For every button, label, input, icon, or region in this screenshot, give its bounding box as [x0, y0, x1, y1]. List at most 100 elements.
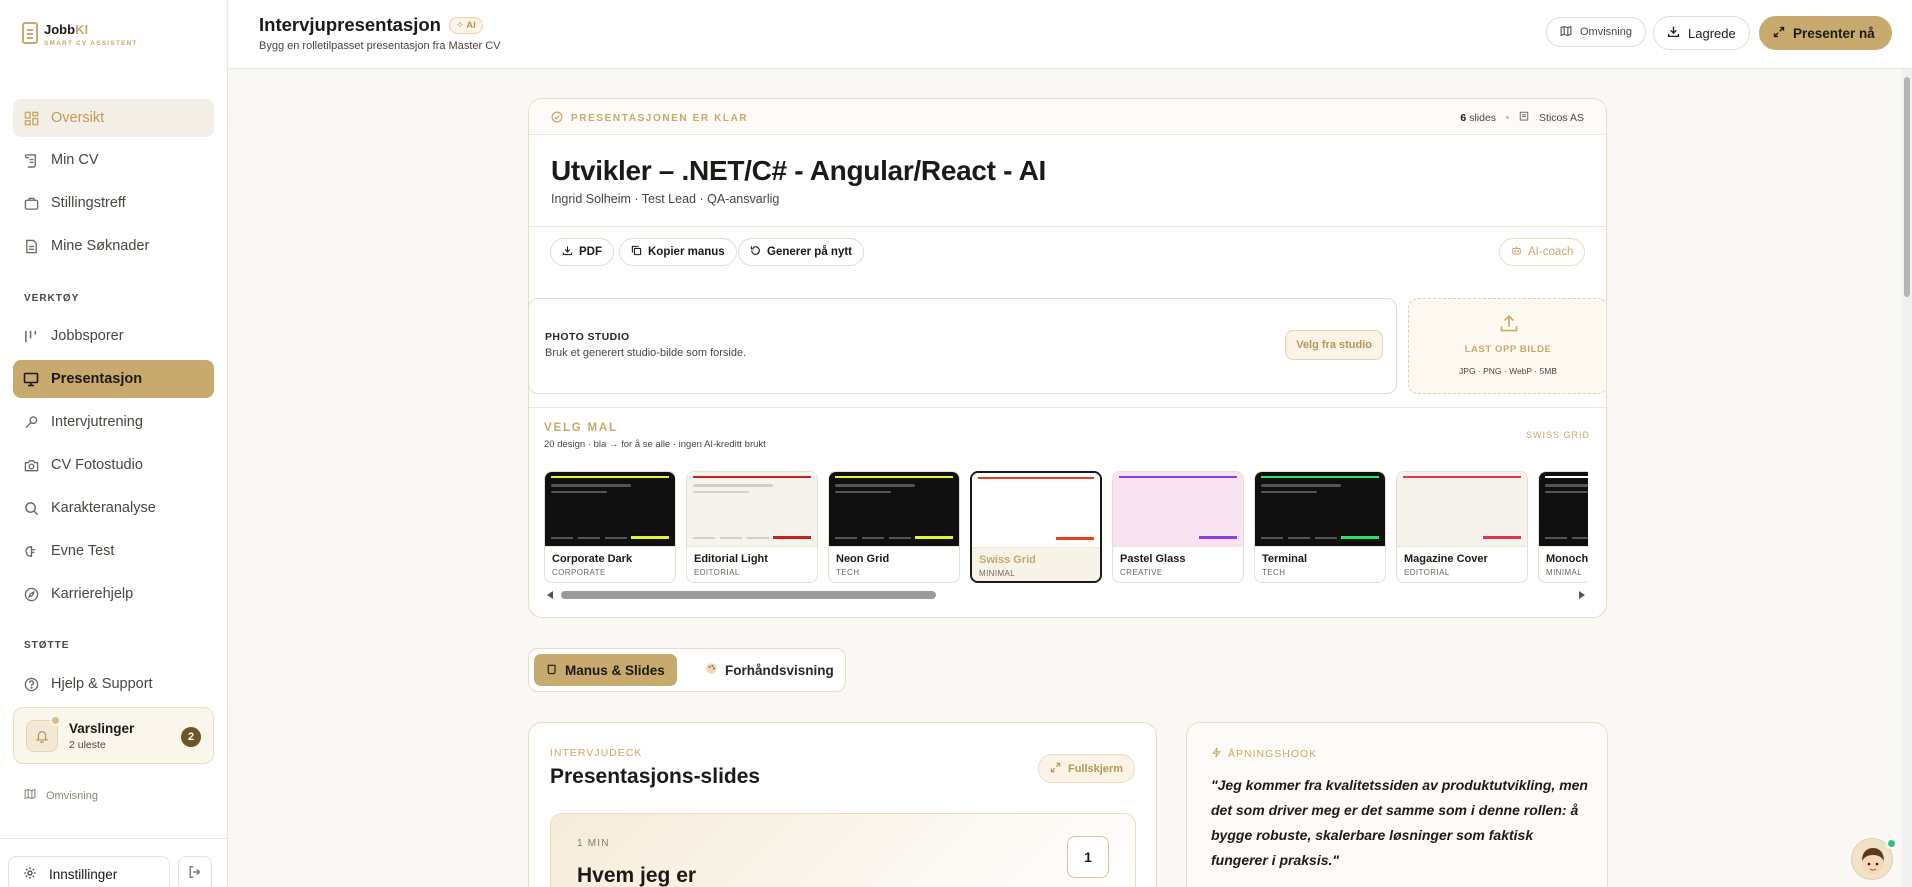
settings-button[interactable]: Innstillinger — [8, 856, 170, 887]
thumbnail-decoration — [1403, 491, 1459, 493]
tab-preview[interactable]: Forhåndsvisning — [693, 654, 846, 686]
sidebar-item-mine-soknader[interactable]: Mine Søknader — [13, 227, 214, 265]
template-card[interactable]: Neon Grid TECH — [828, 471, 960, 583]
thumbnail-decoration — [1483, 536, 1521, 539]
sidebar-item-label: Oversikt — [51, 110, 105, 126]
choose-from-studio-button[interactable]: Velg fra studio — [1285, 330, 1383, 360]
template-card[interactable]: Monochrome MINIMAL — [1538, 471, 1588, 583]
page-scrollbar-thumb[interactable] — [1904, 77, 1910, 297]
template-info: Terminal TECH — [1255, 546, 1385, 582]
logout-button[interactable] — [178, 856, 212, 887]
search-icon — [23, 500, 39, 516]
scroll-right-arrow-icon[interactable] — [1579, 591, 1585, 599]
notifications-card[interactable]: Varslinger 2 uleste 2 — [13, 707, 214, 764]
template-category: TECH — [1262, 568, 1286, 577]
ai-coach-button[interactable]: AI-coach — [1499, 238, 1586, 266]
regenerate-button[interactable]: Generer på nytt — [738, 238, 864, 266]
thumbnail-decoration — [1545, 484, 1588, 487]
scroll-left-arrow-icon[interactable] — [547, 591, 553, 599]
sidebar-item-label: Stillingstreff — [51, 195, 126, 211]
logo-tagline: SMART CV ASSISTENT — [44, 40, 138, 47]
thumbnail-decoration — [578, 537, 600, 539]
palette-icon — [705, 662, 718, 678]
slides-count: 6 slides — [1460, 111, 1497, 124]
sidebar-item-cv-fotostudio[interactable]: CV Fotostudio — [13, 446, 214, 484]
document-icon — [23, 238, 39, 254]
template-name: Editorial Light — [694, 553, 768, 565]
thumbnail-decoration — [1119, 491, 1175, 493]
template-name: Corporate Dark — [552, 553, 633, 565]
template-name: Pastel Glass — [1120, 553, 1186, 565]
template-card[interactable]: Terminal TECH — [1254, 471, 1386, 583]
thumbnail-decoration — [1545, 491, 1588, 493]
thumbnail-decoration — [1403, 476, 1521, 478]
template-card[interactable]: Corporate Dark CORPORATE — [544, 471, 676, 583]
thumbnail-decoration — [693, 491, 749, 493]
copy-script-button[interactable]: Kopier manus — [619, 238, 737, 266]
template-info: Magazine Cover EDITORIAL — [1397, 546, 1527, 582]
download-icon — [1667, 25, 1680, 41]
tab-script-slides[interactable]: Manus & Slides — [534, 654, 677, 686]
sidebar-item-min-cv[interactable]: Min CV — [13, 141, 214, 179]
online-indicator — [1886, 838, 1897, 849]
page-scrollbar[interactable] — [1902, 69, 1912, 887]
thumbnail-decoration — [631, 536, 669, 539]
tour-button[interactable]: Omvisning — [1546, 17, 1646, 47]
sidebar-item-presentasjon[interactable]: Presentasjon — [13, 360, 214, 398]
sidebar-tour-link[interactable]: Omvisning — [24, 788, 98, 803]
ready-status-bar: PRESENTASJONEN ER KLAR 6 slides Sticos A… — [529, 99, 1606, 135]
sidebar-item-stillingstreff[interactable]: Stillingstreff — [13, 184, 214, 222]
template-info: Pastel Glass CREATIVE — [1113, 546, 1243, 582]
thumbnail-decoration — [835, 537, 857, 539]
thumbnail-decoration — [1288, 537, 1310, 539]
page-title: Intervjupresentasjon — [259, 14, 441, 35]
template-card[interactable]: Swiss Grid MINIMAL — [970, 471, 1102, 583]
upload-image-dropzone[interactable]: LAST OPP BILDE JPG · PNG · WebP · 5MB — [1408, 298, 1606, 394]
saved-button[interactable]: Lagrede — [1653, 16, 1750, 50]
thumbnail-decoration — [1341, 536, 1379, 539]
present-now-button[interactable]: Presenter nå — [1759, 16, 1892, 50]
thumbnail-decoration — [1572, 537, 1588, 539]
sidebar-item-label: Mine Søknader — [51, 238, 150, 254]
template-category: CORPORATE — [552, 568, 606, 577]
pdf-button[interactable]: PDF — [550, 238, 614, 266]
brain-icon — [23, 543, 39, 559]
sidebar-item-evne-test[interactable]: Evne Test — [13, 532, 214, 570]
template-thumbnail — [972, 473, 1100, 547]
thumbnail-decoration — [978, 492, 1034, 494]
lightning-icon — [1211, 747, 1222, 761]
sidebar-item-label: Hjelp & Support — [51, 676, 153, 692]
upload-title: LAST OPP BILDE — [1464, 344, 1552, 355]
selected-template-label: SWISS GRID — [1525, 430, 1590, 440]
sidebar-item-jobbsporer[interactable]: Jobbsporer — [13, 317, 214, 355]
thumbnail-decoration — [1032, 538, 1054, 540]
refresh-icon — [750, 245, 761, 259]
sidebar-footer: Innstillinger — [0, 838, 228, 887]
slide-card[interactable]: 1 MIN Hvem jeg er 1 — [550, 813, 1136, 887]
top-header: Intervjupresentasjon ✧ AI Bygg en rollet… — [229, 0, 1912, 69]
sidebar-item-label: Karakteranalyse — [51, 500, 156, 516]
fullscreen-button[interactable]: Fullskjerm — [1037, 754, 1135, 783]
sidebar-item-karrierehjelp[interactable]: Karrierehjelp — [13, 575, 214, 613]
template-card[interactable]: Magazine Cover EDITORIAL — [1396, 471, 1528, 583]
template-category: CREATIVE — [1120, 568, 1163, 577]
template-info: Swiss Grid MINIMAL — [972, 547, 1100, 581]
sidebar: JobbKI SMART CV ASSISTENT Oversikt Min C… — [0, 0, 228, 887]
template-card[interactable]: Pastel Glass CREATIVE — [1112, 471, 1244, 583]
thumbnail-decoration — [978, 538, 1000, 540]
sidebar-item-oversikt[interactable]: Oversikt — [13, 99, 214, 137]
sidebar-item-label: Intervjutrening — [51, 414, 143, 430]
copy-icon — [631, 245, 642, 259]
scrollbar-thumb[interactable] — [561, 591, 936, 599]
sidebar-item-intervjutrening[interactable]: Intervjutrening — [13, 403, 214, 441]
logo[interactable]: JobbKI SMART CV ASSISTENT — [22, 22, 138, 47]
sidebar-item-label: Jobbsporer — [51, 328, 124, 344]
sidebar-item-karakteranalyse[interactable]: Karakteranalyse — [13, 489, 214, 527]
expand-icon — [1773, 26, 1785, 41]
logo-name: Jobb — [44, 22, 76, 37]
template-scrollbar[interactable] — [544, 589, 1588, 601]
expand-icon — [1050, 762, 1061, 776]
upload-icon — [1499, 313, 1519, 338]
template-card[interactable]: Editorial Light EDITORIAL — [686, 471, 818, 583]
sidebar-item-help-support[interactable]: Hjelp & Support — [13, 665, 214, 703]
